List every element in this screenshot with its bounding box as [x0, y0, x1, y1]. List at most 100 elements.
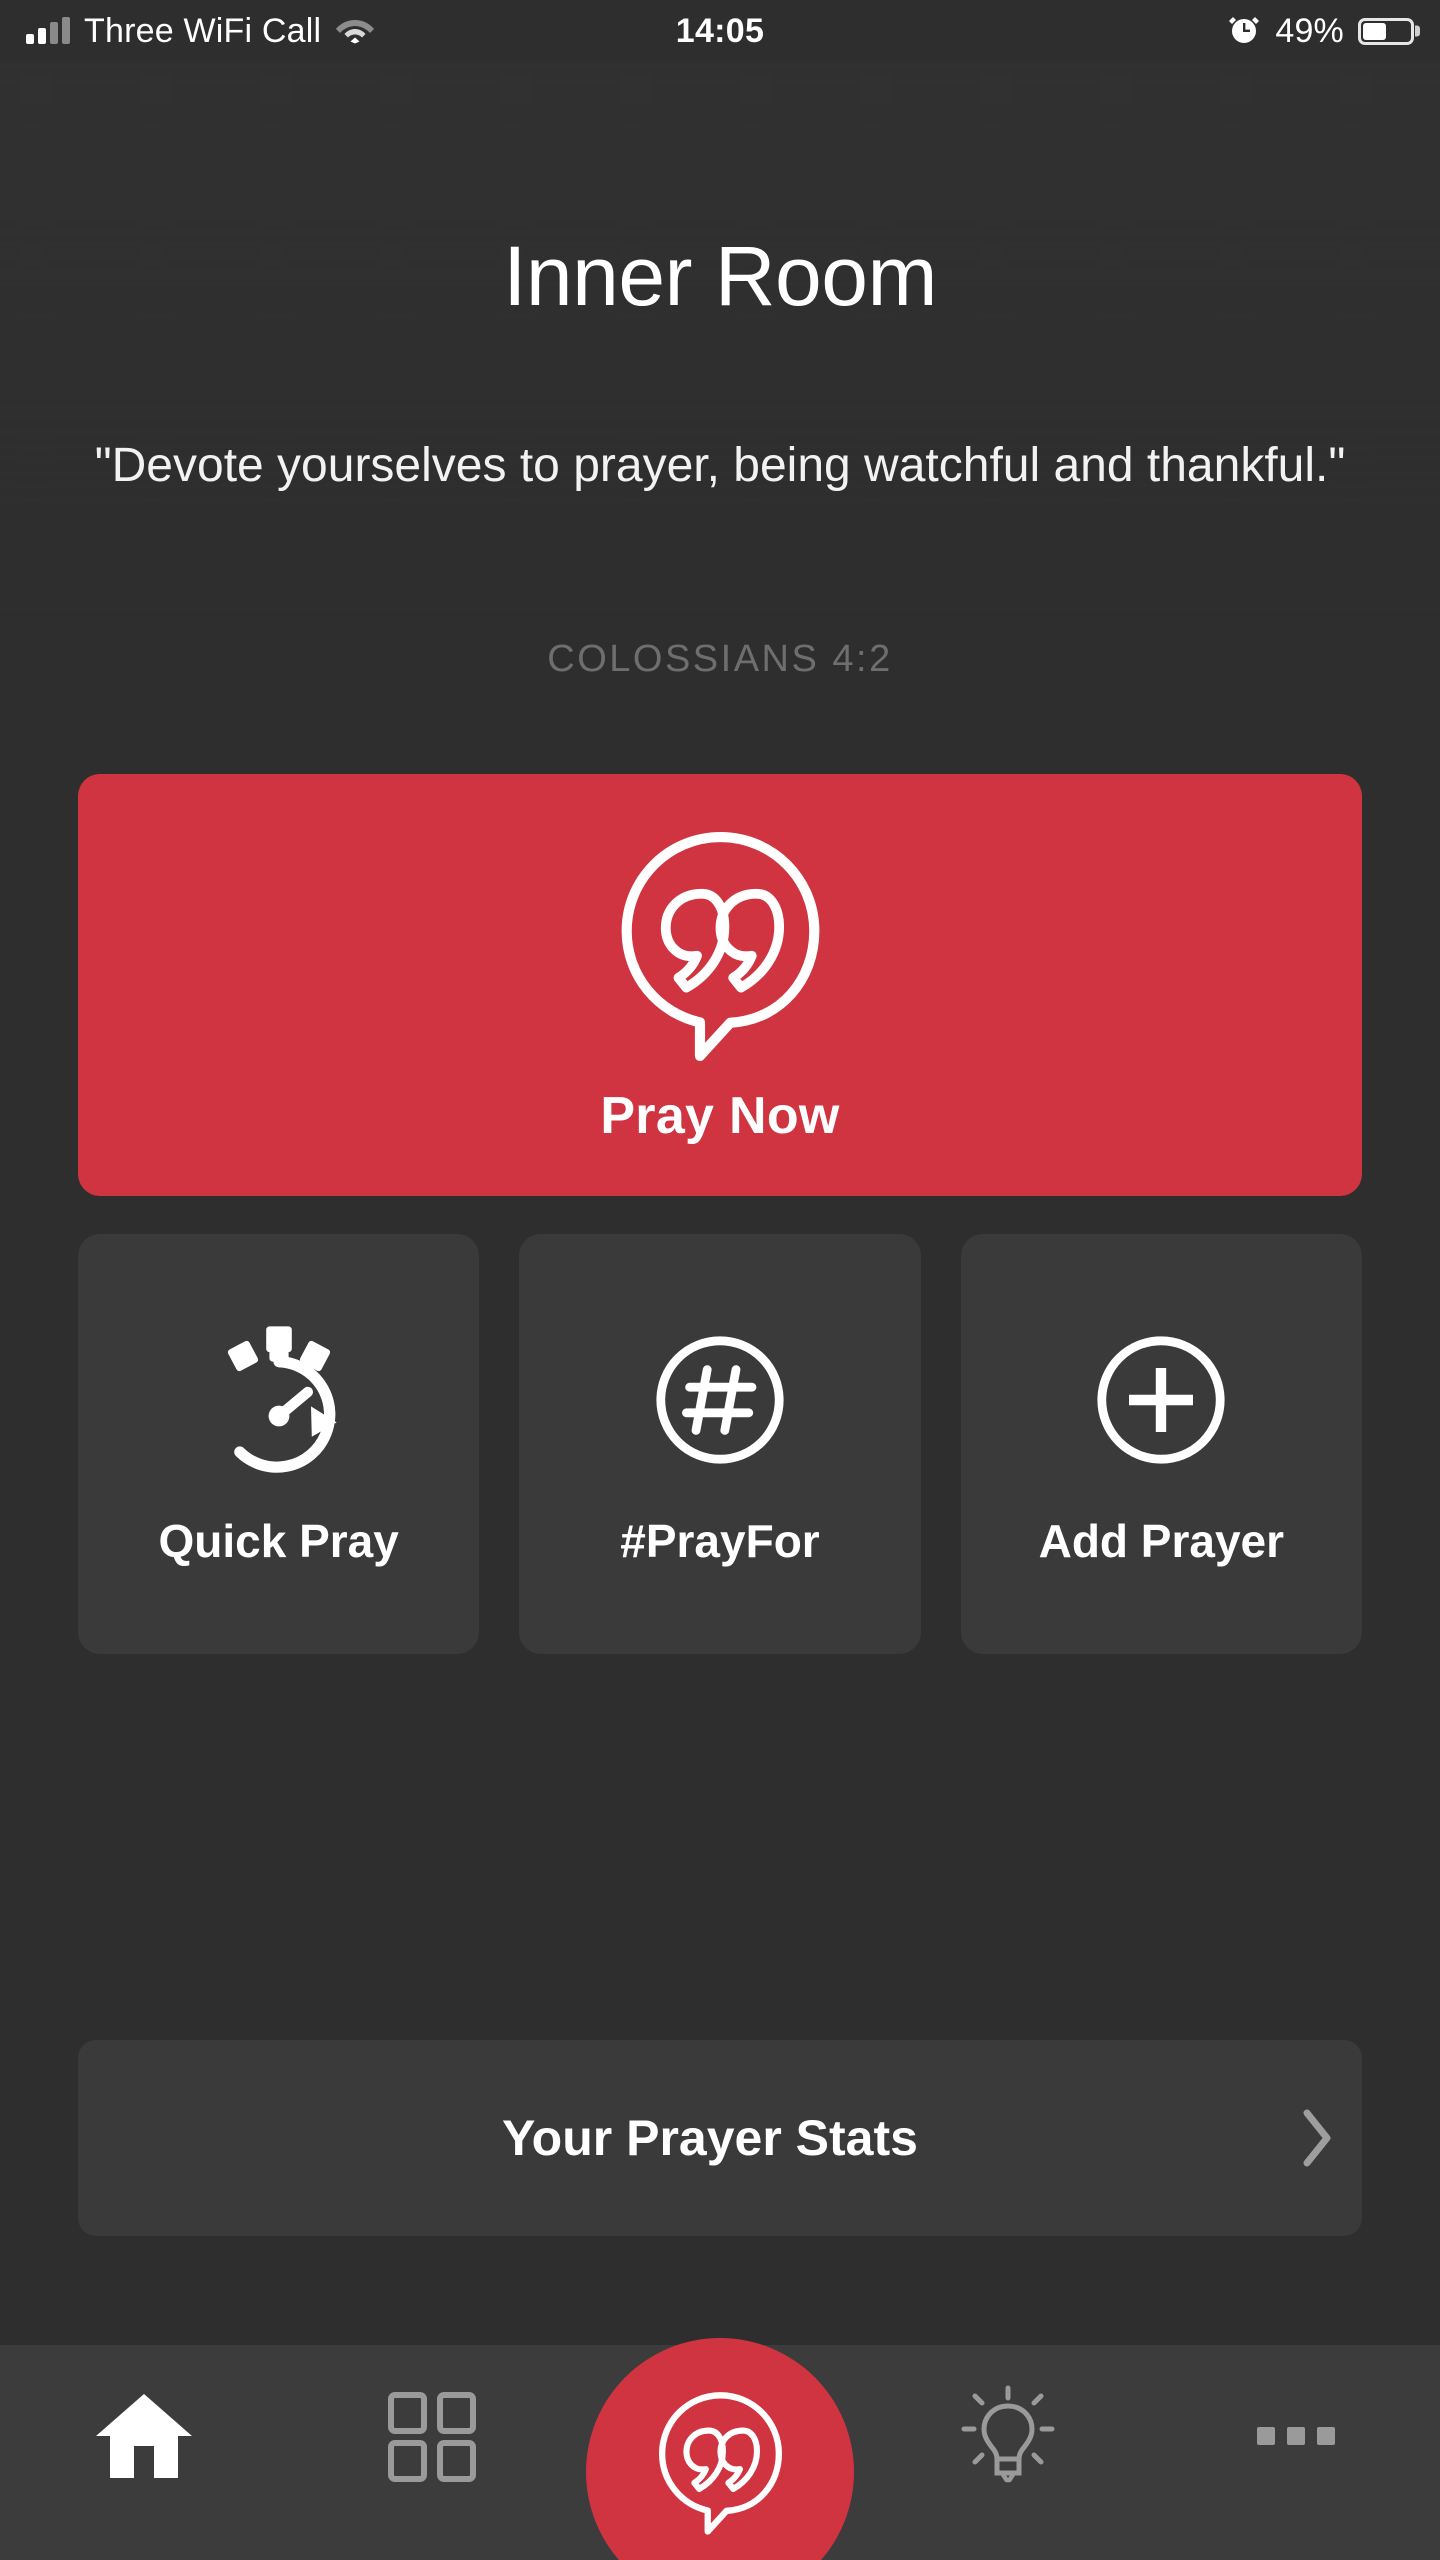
page-title: Inner Room	[503, 229, 937, 323]
background-pattern-cell	[500, 122, 524, 146]
tab-grid[interactable]	[288, 2345, 576, 2560]
background-pattern-cell	[20, 482, 44, 506]
speech-bubble-quote-icon	[653, 2388, 788, 2557]
stopwatch-icon	[199, 1320, 359, 1480]
lightbulb-icon	[956, 2384, 1060, 2488]
plus-circle-icon	[1081, 1320, 1241, 1480]
background-pattern-cell	[740, 362, 764, 386]
background-pattern-cell	[1100, 74, 1132, 106]
background-pattern-cell	[620, 74, 652, 106]
background-pattern-cell	[20, 434, 52, 466]
background-pattern-cell	[20, 602, 44, 626]
background-pattern-cell	[20, 362, 44, 386]
battery-icon	[1358, 17, 1414, 45]
background-pattern-cell	[140, 362, 164, 386]
background-pattern-cell	[980, 122, 1004, 146]
background-pattern-cell	[620, 602, 644, 626]
background-pattern-cell	[980, 554, 1012, 586]
background-pattern	[0, 60, 1440, 626]
background-pattern-cell	[500, 554, 532, 586]
home-icon	[92, 2390, 196, 2482]
add-prayer-card[interactable]: Add Prayer	[960, 1234, 1362, 1654]
background-pattern-cell	[140, 194, 172, 226]
quick-pray-label: Quick Pray	[158, 1515, 399, 1567]
app-screen: Three WiFi Call 14:05 49% Inner Room "De…	[0, 0, 1440, 2560]
background-pattern-cell	[20, 74, 52, 106]
background-pattern-cell	[500, 602, 524, 626]
background-pattern-cell	[1220, 554, 1252, 586]
background-pattern-cell	[740, 74, 772, 106]
background-pattern-cell	[140, 554, 172, 586]
background-pattern-cell	[1100, 602, 1124, 626]
quick-pray-card[interactable]: Quick Pray	[78, 1234, 480, 1654]
speech-bubble-quote-icon	[613, 825, 828, 1070]
background-pattern-cell	[20, 554, 52, 586]
pray-for-label: #PrayFor	[620, 1515, 820, 1567]
tab-more[interactable]	[1152, 2345, 1440, 2560]
pray-now-button[interactable]: Pray Now	[78, 774, 1362, 1196]
background-pattern-cell	[260, 74, 292, 106]
grid-squares-icon	[386, 2390, 478, 2482]
alarm-clock-icon	[1227, 12, 1261, 51]
tab-home[interactable]	[0, 2345, 288, 2560]
background-pattern-cell	[380, 602, 404, 626]
hashtag-circle-icon	[640, 1320, 800, 1480]
background-pattern-cell	[860, 602, 884, 626]
background-pattern-cell	[1340, 194, 1372, 226]
background-pattern-cell	[500, 194, 532, 226]
background-pattern-cell	[1100, 122, 1124, 146]
carrier-label: Three WiFi Call	[84, 11, 322, 50]
background-pattern-cell	[500, 362, 524, 386]
background-pattern-cell	[620, 362, 644, 386]
background-pattern-cell	[620, 122, 644, 146]
background-pattern-cell	[500, 74, 532, 106]
background-pattern-cell	[140, 602, 164, 626]
clock-label: 14:05	[675, 11, 765, 50]
background-pattern-cell	[380, 74, 412, 106]
background-pattern-cell	[380, 362, 404, 386]
background-pattern-cell	[860, 194, 892, 226]
verse-text: "Devote yourselves to prayer, being watc…	[94, 439, 1346, 492]
background-pattern-cell	[20, 122, 44, 146]
background-pattern-cell	[740, 554, 772, 586]
background-pattern-cell	[140, 74, 172, 106]
background-pattern-cell	[140, 122, 164, 146]
background-pattern-cell	[980, 74, 1012, 106]
background-pattern-cell	[980, 362, 1004, 386]
background-pattern-cell	[1340, 602, 1364, 626]
quick-action-row: Quick Pray #PrayFor Add Prayer	[78, 1234, 1362, 1654]
cellular-signal-icon	[26, 17, 70, 44]
background-pattern-cell	[20, 194, 52, 226]
prayer-stats-row[interactable]: Your Prayer Stats	[78, 2040, 1362, 2236]
ellipsis-icon	[1257, 2426, 1335, 2445]
background-pattern-cell	[260, 194, 292, 226]
background-pattern-cell	[860, 362, 884, 386]
background-pattern-cell	[260, 362, 284, 386]
pray-now-label: Pray Now	[600, 1086, 840, 1145]
background-pattern-cell	[380, 122, 404, 146]
pray-for-card[interactable]: #PrayFor	[519, 1234, 921, 1654]
background-pattern-cell	[980, 194, 1012, 226]
background-pattern-cell	[1100, 194, 1132, 226]
background-pattern-cell	[860, 122, 884, 146]
tab-ideas[interactable]	[864, 2345, 1152, 2560]
background-pattern-cell	[860, 74, 892, 106]
bottom-tab-bar	[0, 2338, 1440, 2560]
background-pattern-cell	[1100, 362, 1124, 386]
prayer-stats-label: Your Prayer Stats	[502, 2110, 918, 2166]
background-pattern-cell	[860, 554, 892, 586]
wifi-icon	[335, 14, 375, 49]
verse-reference: COLOSSIANS 4:2	[547, 638, 893, 680]
background-pattern-cell	[1340, 74, 1372, 106]
background-pattern-cell	[1340, 122, 1364, 146]
background-pattern-cell	[1100, 554, 1132, 586]
background-pattern-cell	[260, 122, 284, 146]
add-prayer-label: Add Prayer	[1038, 1515, 1285, 1567]
status-bar-right: 49%	[1227, 12, 1414, 51]
background-pattern-cell	[740, 194, 772, 226]
status-bar-left: Three WiFi Call	[26, 12, 375, 51]
background-pattern-cell	[380, 554, 412, 586]
battery-percent-label: 49%	[1275, 11, 1344, 50]
background-pattern-cell	[740, 602, 764, 626]
background-pattern-cell	[380, 194, 412, 226]
